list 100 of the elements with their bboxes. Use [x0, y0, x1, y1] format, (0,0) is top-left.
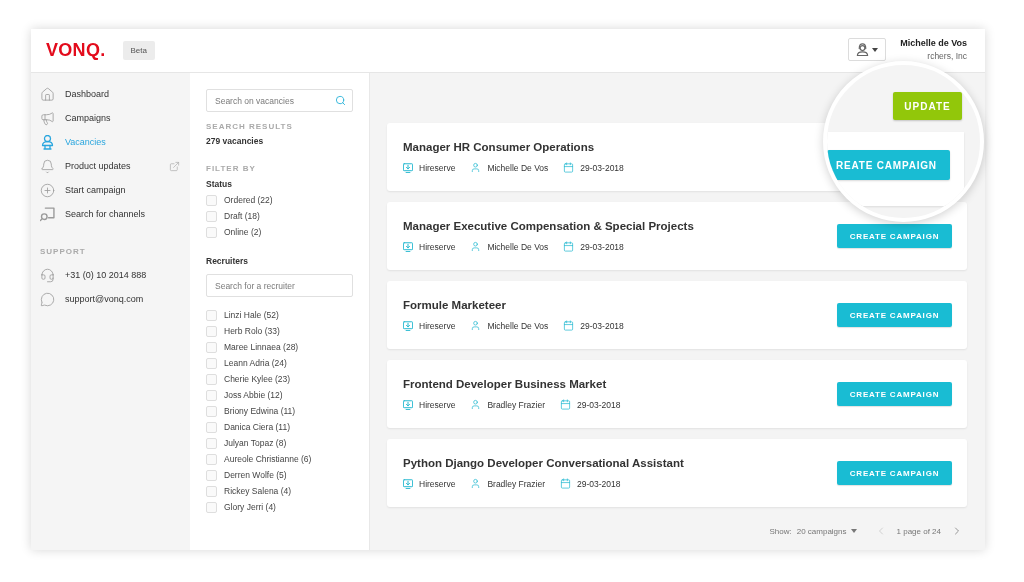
vacancy-title[interactable]: Python Django Developer Conversational Assistant — [403, 457, 684, 469]
checkbox[interactable] — [206, 357, 217, 369]
monitor-download-icon — [403, 320, 413, 331]
checkbox[interactable] — [206, 325, 217, 337]
checkbox[interactable] — [206, 421, 217, 433]
vacancy-date: 29-03-2018 — [580, 241, 624, 252]
checkbox-label: Herb Rolo (33) — [224, 326, 280, 336]
calendar-icon — [563, 162, 575, 173]
results-count: 279 vacancies — [206, 136, 265, 146]
nav-label: Dashboard — [65, 89, 110, 99]
nav-label: Campaigns — [65, 113, 111, 123]
nav-item[interactable]: Product updates — [40, 154, 190, 178]
megaphone-icon — [40, 110, 55, 126]
checkbox[interactable] — [206, 405, 217, 417]
checkbox[interactable] — [206, 453, 217, 465]
vacancy-date: 29-03-2018 — [577, 399, 621, 410]
recruiter-name: Michelle De Vos — [487, 320, 549, 331]
source-label: Hireserve — [419, 162, 456, 173]
monitor-download-icon — [403, 478, 413, 489]
checkbox-label: Danica Ciera (11) — [224, 422, 290, 432]
checkbox-label: Aureole Christianne (6) — [224, 454, 312, 464]
support-link[interactable]: support@vonq.com — [40, 287, 190, 311]
person-icon — [470, 320, 482, 331]
checkbox[interactable] — [206, 226, 217, 238]
recruiter-name: Bradley Frazier — [487, 478, 545, 489]
checkbox-label: Julyan Topaz (8) — [224, 438, 287, 448]
nav-label: Product updates — [65, 161, 131, 171]
checkbox-label: Online (2) — [224, 227, 262, 237]
support-label: support@vonq.com — [65, 294, 144, 304]
vacancy-title[interactable]: Manager HR Consumer Operations — [403, 141, 595, 153]
checkbox[interactable] — [206, 389, 217, 401]
checkbox[interactable] — [206, 373, 217, 385]
nav-label: Vacancies — [65, 137, 106, 147]
nav-item[interactable]: Campaigns — [40, 106, 190, 130]
monitor-download-icon — [403, 399, 413, 410]
checkbox[interactable] — [206, 194, 217, 206]
nav-item[interactable]: Start campaign — [40, 178, 190, 202]
headset-icon — [40, 267, 55, 283]
recruiter-name: Michelle De Vos — [487, 162, 549, 173]
recruiter-name: Michelle De Vos — [487, 241, 549, 252]
vacancy-date: 29-03-2018 — [580, 162, 624, 173]
person-seat-icon — [40, 134, 55, 150]
page-info: 1 page of 24 — [896, 526, 941, 536]
nav-item[interactable]: Dashboard — [40, 82, 190, 106]
caret-icon — [872, 47, 879, 52]
checkbox[interactable] — [206, 341, 217, 353]
vacancy-title[interactable]: Manager Executive Compensation & Special Projects — [403, 220, 694, 232]
checkbox-label: Derren Wolfe (5) — [224, 470, 287, 480]
vacancy-date: 29-03-2018 — [577, 478, 621, 489]
search-field[interactable]: Search on vacancies — [206, 89, 353, 112]
nav-label: Start campaign — [65, 185, 126, 195]
checkbox-label: Briony Edwina (11) — [224, 406, 296, 416]
person-icon — [470, 241, 482, 252]
checkbox[interactable] — [206, 309, 217, 321]
checkbox-label: Rickey Salena (4) — [224, 486, 292, 496]
checkbox-label: Ordered (22) — [224, 195, 273, 205]
section-heading: SUPPORT — [40, 247, 87, 256]
support-link[interactable]: +31 (0) 10 2014 888 — [40, 263, 190, 287]
section-heading: FILTER BY — [206, 164, 257, 173]
logo[interactable]: VONQ. — [46, 40, 106, 61]
calendar-icon — [563, 241, 575, 252]
external-link-icon — [169, 160, 180, 172]
checkbox[interactable] — [206, 485, 217, 497]
monitor-download-icon — [403, 162, 413, 173]
section-heading: SEARCH RESULTS — [206, 122, 294, 131]
checkbox[interactable] — [206, 437, 217, 449]
checkbox-label: Linzi Hale (52) — [224, 310, 279, 320]
page-size-dropdown[interactable]: 20 campaigns — [796, 526, 857, 536]
beta-badge: Beta — [122, 41, 155, 60]
calendar-icon — [560, 478, 571, 489]
calendar-icon — [560, 399, 571, 410]
checkbox-label: Leann Adria (24) — [224, 358, 287, 368]
support-label: +31 (0) 10 2014 888 — [65, 270, 147, 280]
plus-circle-icon — [40, 182, 55, 198]
checkbox[interactable] — [206, 469, 217, 481]
source-label: Hireserve — [419, 478, 456, 489]
vacancy-date: 29-03-2018 — [580, 320, 624, 331]
user-company: rchers, Inc — [927, 51, 967, 61]
checkbox-label: Glory Jerri (4) — [224, 502, 276, 512]
vacancy-title[interactable]: Formule Marketeer — [403, 299, 506, 311]
person-icon — [470, 478, 482, 489]
person-icon — [470, 399, 482, 410]
monitor-download-icon — [403, 241, 413, 252]
source-label: Hireserve — [419, 241, 456, 252]
checkbox[interactable] — [206, 210, 217, 222]
checkbox[interactable] — [206, 501, 217, 513]
checkbox-label: Draft (18) — [224, 211, 260, 221]
chat-bubble-icon — [40, 291, 55, 307]
avatar-button[interactable] — [848, 38, 887, 61]
checkbox-label: Maree Linnaea (28) — [224, 342, 299, 352]
recruiter-name: Bradley Frazier — [487, 399, 545, 410]
person-icon — [470, 162, 482, 173]
nav-item[interactable]: Search for channels — [40, 202, 190, 226]
source-label: Hireserve — [419, 399, 456, 410]
vacancy-title[interactable]: Frontend Developer Business Market — [403, 378, 607, 390]
home-icon — [40, 86, 55, 102]
screen-search-icon — [40, 206, 55, 222]
search-icon — [335, 95, 346, 106]
search-field[interactable]: Search for a recruiter — [206, 274, 353, 297]
filter-label: Recruiters — [206, 256, 250, 266]
